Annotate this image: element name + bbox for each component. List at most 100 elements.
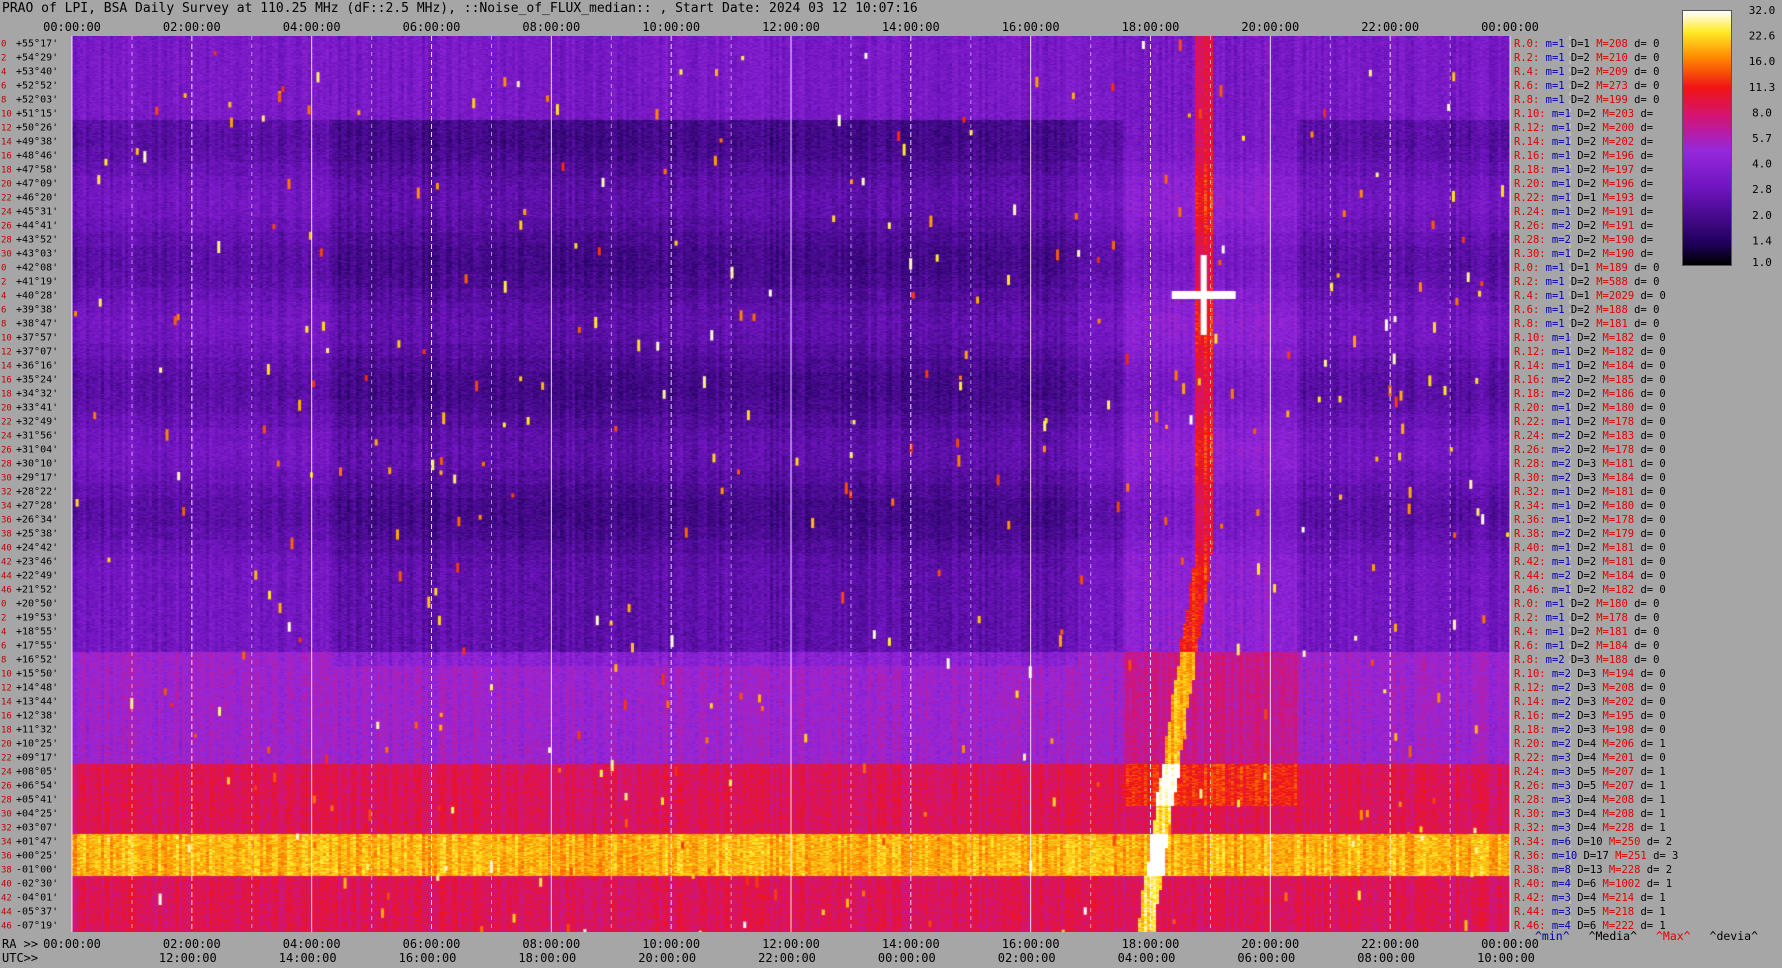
x-ra-tick: 00:00:00 bbox=[1481, 937, 1539, 951]
x-top-tick: 20:00:00 bbox=[1241, 20, 1299, 34]
row-stat: R.34: m=1 D=2 M=180 d= 0 bbox=[1514, 500, 1666, 512]
x-top-tick: 00:00:00 bbox=[43, 20, 101, 34]
row-index: 30 bbox=[1, 250, 12, 260]
declination-label: +06°54' bbox=[16, 781, 58, 792]
row-stat: R.4: m=1 D=1 M=2029 d= 0 bbox=[1514, 290, 1666, 302]
declination-label: +23°46' bbox=[16, 557, 58, 568]
row-index: 8 bbox=[1, 656, 6, 666]
row-stat: R.26: m=2 D=2 M=178 d= 0 bbox=[1514, 444, 1666, 456]
declination-label: +54°29' bbox=[16, 53, 58, 64]
declination-label: +13°44' bbox=[16, 697, 58, 708]
declination-label: +42°08' bbox=[16, 263, 58, 274]
declination-label: +46°20' bbox=[16, 193, 58, 204]
row-index: 12 bbox=[1, 124, 12, 134]
declination-label: -05°37' bbox=[16, 907, 58, 918]
x-ra-tick: 02:00:00 bbox=[163, 937, 221, 951]
colorbar-tick: 4.0 bbox=[1752, 158, 1772, 171]
x-utc-tick: 02:00:00 bbox=[998, 951, 1056, 965]
row-stat: R.10: m=1 D=2 M=182 d= 0 bbox=[1514, 332, 1666, 344]
declination-label: +37°57' bbox=[16, 333, 58, 344]
x-top-tick: 02:00:00 bbox=[163, 20, 221, 34]
row-stat: R.14: m=1 D=2 M=184 d= 0 bbox=[1514, 360, 1666, 372]
colorbar-tick: 11.3 bbox=[1749, 81, 1776, 94]
row-index: 10 bbox=[1, 334, 12, 344]
row-index: 18 bbox=[1, 726, 12, 736]
x-top-tick: 22:00:00 bbox=[1361, 20, 1419, 34]
x-ra-tick: 18:00:00 bbox=[1122, 937, 1180, 951]
row-index: 28 bbox=[1, 236, 12, 246]
declination-label: -07°19' bbox=[16, 921, 58, 932]
row-index: 26 bbox=[1, 782, 12, 792]
row-index: 32 bbox=[1, 824, 12, 834]
declination-label: +39°38' bbox=[16, 305, 58, 316]
x-ra-tick: 06:00:00 bbox=[403, 937, 461, 951]
row-index: 8 bbox=[1, 320, 6, 330]
x-utc-tick: 12:00:00 bbox=[159, 951, 217, 965]
declination-label: +04°25' bbox=[16, 809, 58, 820]
declination-label: +48°46' bbox=[16, 151, 58, 162]
colorbar-tick: 1.0 bbox=[1752, 256, 1772, 269]
x-utc-tick: 08:00:00 bbox=[1357, 951, 1415, 965]
row-stat: R.2: m=1 D=2 M=210 d= 0 bbox=[1514, 52, 1659, 64]
colorbar-tick: 8.0 bbox=[1752, 106, 1772, 119]
colorbar-tick: 2.8 bbox=[1752, 183, 1772, 196]
x-utc-tick: 10:00:00 bbox=[1477, 951, 1535, 965]
row-stat: R.18: m=1 D=2 M=197 d= bbox=[1514, 164, 1653, 176]
x-top-tick: 00:00:00 bbox=[1481, 20, 1539, 34]
x-utc-tick: 22:00:00 bbox=[758, 951, 816, 965]
row-stat: R.30: m=3 D=4 M=208 d= 1 bbox=[1514, 808, 1666, 820]
declination-label: +47°09' bbox=[16, 179, 58, 190]
row-stat: R.30: m=2 D=3 M=184 d= 0 bbox=[1514, 472, 1666, 484]
row-stat: R.26: m=3 D=5 M=207 d= 1 bbox=[1514, 780, 1666, 792]
row-stat: R.4: m=1 D=2 M=181 d= 0 bbox=[1514, 626, 1659, 638]
declination-label: +41°19' bbox=[16, 277, 58, 288]
declination-label: +52°52' bbox=[16, 81, 58, 92]
row-index: 6 bbox=[1, 82, 6, 92]
declination-label: +45°31' bbox=[16, 207, 58, 218]
row-stat: R.10: m=1 D=2 M=203 d= bbox=[1514, 108, 1653, 120]
x-ra-tick: 20:00:00 bbox=[1241, 937, 1299, 951]
declination-label: +01°47' bbox=[16, 837, 58, 848]
row-index: 22 bbox=[1, 754, 12, 764]
x-utc-tick: 14:00:00 bbox=[279, 951, 337, 965]
row-index: 38 bbox=[1, 530, 12, 540]
row-index: 4 bbox=[1, 68, 6, 78]
declination-label: +50°26' bbox=[16, 123, 58, 134]
row-index: 2 bbox=[1, 54, 6, 64]
colorbar-tick: 5.7 bbox=[1752, 132, 1772, 145]
x-utc-tick: 18:00:00 bbox=[518, 951, 576, 965]
row-index: 20 bbox=[1, 740, 12, 750]
declination-label: +08°05' bbox=[16, 767, 58, 778]
row-stat: R.20: m=1 D=2 M=196 d= bbox=[1514, 178, 1653, 190]
row-index: 6 bbox=[1, 306, 6, 316]
row-index: 30 bbox=[1, 474, 12, 484]
row-index: 0 bbox=[1, 600, 6, 610]
row-stat: R.0: m=1 D=1 M=208 d= 0 bbox=[1514, 38, 1659, 50]
declination-label: +49°38' bbox=[16, 137, 58, 148]
row-stat: R.24: m=3 D=5 M=207 d= 1 bbox=[1514, 766, 1666, 778]
declination-label: +14°48' bbox=[16, 683, 58, 694]
row-index: 44 bbox=[1, 572, 12, 582]
legend-deviation: ^devia^ bbox=[1709, 929, 1758, 943]
row-index: 46 bbox=[1, 586, 12, 596]
row-stat: R.28: m=2 D=2 M=190 d= bbox=[1514, 234, 1653, 246]
row-stat: R.40: m=1 D=2 M=181 d= 0 bbox=[1514, 542, 1666, 554]
x-utc-tick: 04:00:00 bbox=[1118, 951, 1176, 965]
colorbar-tick: 16.0 bbox=[1749, 55, 1776, 68]
declination-label: +10°25' bbox=[16, 739, 58, 750]
row-index: 2 bbox=[1, 614, 6, 624]
row-stat: R.36: m=1 D=2 M=178 d= 0 bbox=[1514, 514, 1666, 526]
row-index: 22 bbox=[1, 194, 12, 204]
colorbar bbox=[1682, 10, 1732, 266]
x-ra-tick: 12:00:00 bbox=[762, 937, 820, 951]
declination-label: +17°55' bbox=[16, 641, 58, 652]
declination-label: +15°50' bbox=[16, 669, 58, 680]
row-index: 6 bbox=[1, 642, 6, 652]
declination-label: +27°28' bbox=[16, 501, 58, 512]
row-index: 20 bbox=[1, 180, 12, 190]
row-index: 26 bbox=[1, 222, 12, 232]
row-stat: R.44: m=2 D=2 M=184 d= 0 bbox=[1514, 570, 1666, 582]
chart-overlay: 00:00:00 02:00:00 04:00:00 06:00:00 08:00:00… bbox=[1, 4, 1776, 965]
row-stat: R.30: m=1 D=2 M=190 d= bbox=[1514, 248, 1653, 260]
row-stat: R.28: m=3 D=4 M=208 d= 1 bbox=[1514, 794, 1666, 806]
